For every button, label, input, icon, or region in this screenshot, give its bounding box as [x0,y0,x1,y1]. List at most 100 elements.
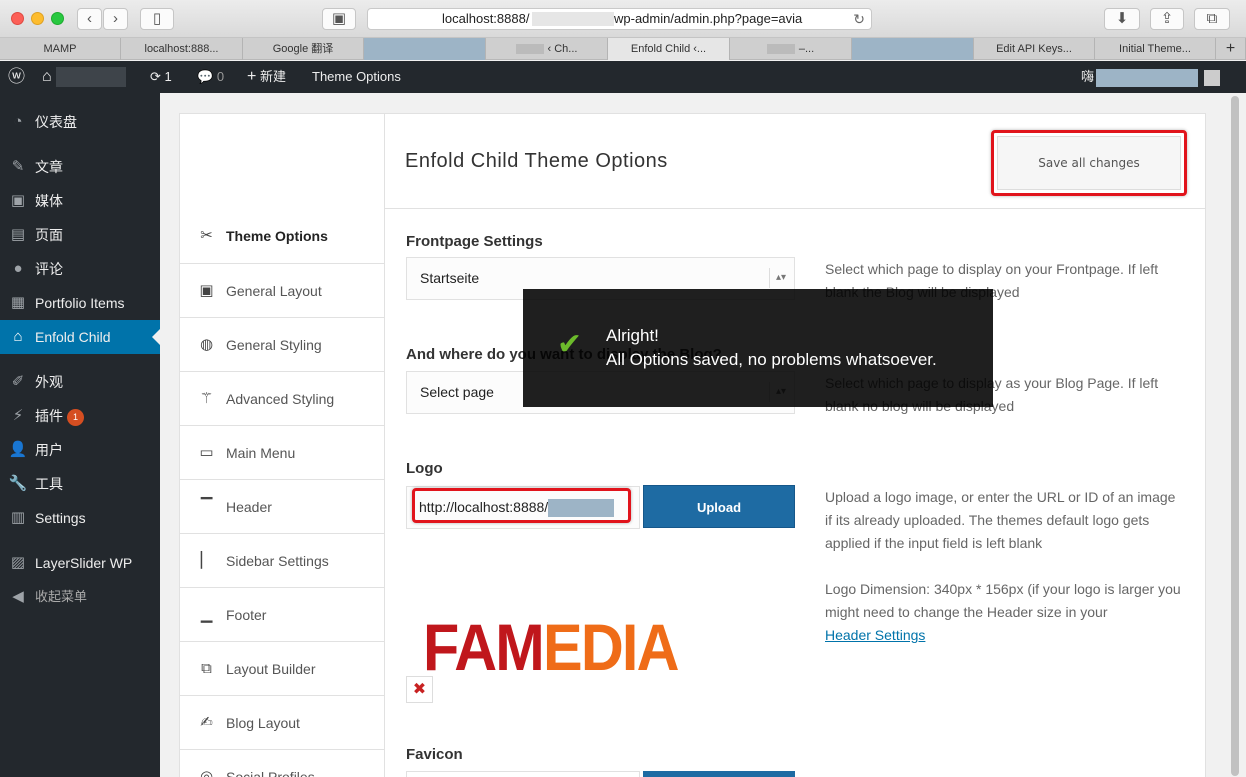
reader-view-icon[interactable]: ▣ [322,8,356,30]
sidebar-item-portfolio[interactable]: ▦ Portfolio Items [0,286,160,320]
sidebar-item-users[interactable]: 👤 用户 [0,433,160,467]
paintbrush-icon: ✐ [11,373,25,390]
nav-footer[interactable]: ▁ Footer [180,587,385,641]
sidebar-item-pages[interactable]: ▤ 页面 [0,218,160,252]
social-icon: ◎ [199,768,214,777]
my-account-link[interactable]: 嗨 [1081,61,1221,93]
logo-upload-button[interactable]: Upload [643,485,795,528]
pin-icon: ✎ [11,158,25,175]
header-settings-link[interactable]: Header Settings [825,627,925,643]
username-redacted [1096,68,1199,87]
zoom-window-button[interactable] [51,12,64,25]
comments-link[interactable]: 💬 0 [197,61,224,93]
admin-sidebar: ◔ 仪表盘 ✎ 文章 ▣ 媒体 ▤ 页面 ● 评论 ▦ Portfolio Items ⌂ E… [0,93,160,777]
options-header: Enfold Child Theme Options Save all chan… [385,114,1205,209]
nav-layout-builder[interactable]: ⧉ Layout Builder [180,641,385,695]
tab-overview-icon[interactable]: ⧉ [1194,8,1230,30]
url-redacted [532,12,614,26]
sidebar-item-settings[interactable]: ▥ Settings [0,501,160,535]
collapse-menu-button[interactable]: ◀ 收起菜单 [0,580,160,614]
theme-options-panel: ✂ Theme Options ▣ General Layout ◍ General … [179,113,1206,777]
notification-message: All Options saved, no problems whatsoeve… [606,350,937,369]
layers-icon: ▨ [10,554,26,571]
logo-description: Upload a logo image, or enter the URL or… [825,489,1176,551]
site-name-redacted [56,66,127,87]
tab-localhost[interactable]: localhost:888... [121,38,243,60]
reload-icon[interactable]: ↻ [853,9,865,29]
notification-title: Alright! [606,326,659,345]
sidebar-item-layerslider[interactable]: ▨ LayerSlider WP [0,546,160,580]
page-title: Enfold Child Theme Options [405,150,668,172]
sidebar-item-tools[interactable]: 🔧 工具 [0,467,160,501]
sidebar-item-enfold-child[interactable]: ⌂ Enfold Child [0,320,160,354]
favicon-upload-button[interactable] [643,771,795,777]
tab-redacted-2[interactable]: –... [730,38,852,60]
dashboard-icon: ◔ [13,113,23,130]
footer-icon: ▁ [200,606,213,623]
tab-redacted-3[interactable] [852,38,974,60]
tab-mamp[interactable]: MAMP [0,38,121,60]
nav-header[interactable]: ▔ Header [180,479,385,533]
nav-main-menu[interactable]: ▭ Main Menu [180,425,385,479]
site-home-icon[interactable]: ⌂ [42,61,127,93]
logo-preview-image: FAMEDIA [423,610,680,684]
theme-options-link[interactable]: Theme Options [312,61,401,93]
share-icon[interactable]: ⇪ [1150,8,1184,30]
user-icon: 👤 [8,441,28,458]
comment-icon: 💬 [197,69,214,84]
sidebar-item-posts[interactable]: ✎ 文章 [0,150,160,184]
back-button[interactable]: ‹ [77,8,102,30]
remove-logo-icon[interactable]: ✖ [406,676,433,703]
forward-button[interactable]: › [103,8,128,30]
tab-redacted-1[interactable] [364,38,486,60]
sidebar-item-comments[interactable]: ● 评论 [0,252,160,286]
sidebar-item-plugins[interactable]: ⚡ 插件 1 [0,399,160,433]
save-success-notification: ✔ Alright! All Options saved, no problem… [523,289,993,407]
close-window-button[interactable] [11,12,24,25]
nav-general-styling[interactable]: ◍ General Styling [180,317,385,371]
new-tab-button[interactable]: + [1216,38,1246,60]
tab-google-translate[interactable]: Google 翻译 [243,38,364,60]
address-bar[interactable]: localhost:8888/ wp-admin/admin.php?page=… [367,8,872,30]
palette-icon: ◍ [199,336,214,353]
plugin-icon: ⚡ [12,407,24,424]
downloads-icon[interactable]: ⬇ [1104,8,1140,30]
minimize-window-button[interactable] [31,12,44,25]
page-icon: ▤ [10,226,26,243]
logo-dimension-description: Logo Dimension: 340px * 156px (if your l… [825,581,1181,643]
logo-title: Logo [406,460,443,477]
select-arrows-icon: ▴▾ [768,268,786,288]
tools-icon: ✂ [200,227,213,244]
sidebar-icon: ▏ [200,552,213,569]
tab-ch[interactable]: ‹ Ch... [486,38,608,60]
nav-sidebar-settings[interactable]: ▏ Sidebar Settings [180,533,385,587]
wp-admin-bar: ⓦ ⌂ ⟳ 1 💬 0 + 新建 Theme Options 嗨 [0,61,1246,93]
plus-icon: + [247,68,257,85]
tab-enfold-child[interactable]: Enfold Child ‹... [608,38,730,60]
favicon-url-input[interactable] [406,771,640,777]
nav-blog-layout[interactable]: ✍ Blog Layout [180,695,385,749]
nav-theme-options[interactable]: ✂ Theme Options [180,209,385,263]
new-content-link[interactable]: + 新建 [247,61,286,93]
media-icon: ▣ [10,192,26,209]
options-nav: ✂ Theme Options ▣ General Layout ◍ General … [180,114,385,777]
sidebar-item-appearance[interactable]: ✐ 外观 [0,365,160,399]
tab-initial-theme[interactable]: Initial Theme... [1095,38,1216,60]
home-icon: ⌂ [13,328,23,345]
tab-edit-api-keys[interactable]: Edit API Keys... [974,38,1095,60]
nav-general-layout[interactable]: ▣ General Layout [180,263,385,317]
sidebar-toggle-icon[interactable]: ▯ [140,8,174,30]
page-scrollbar-thumb[interactable] [1231,96,1239,776]
nav-social-profiles[interactable]: ◎ Social Profiles [180,749,385,777]
collapse-icon: ◀ [12,588,24,605]
browser-titlebar: ‹ › ▯ ▣ localhost:8888/ wp-admin/admin.p… [0,0,1246,38]
nav-advanced-styling[interactable]: ⚚ Advanced Styling [180,371,385,425]
sidebar-item-dashboard[interactable]: ◔ 仪表盘 [0,105,160,139]
avatar [1204,69,1221,86]
wrench-icon: 🔧 [8,475,28,492]
frontpage-settings-title: Frontpage Settings [406,233,543,250]
plugins-update-badge: 1 [67,408,84,426]
sidebar-item-media[interactable]: ▣ 媒体 [0,184,160,218]
updates-link[interactable]: ⟳ 1 [150,61,172,93]
wordpress-logo-icon[interactable]: ⓦ [8,61,25,93]
